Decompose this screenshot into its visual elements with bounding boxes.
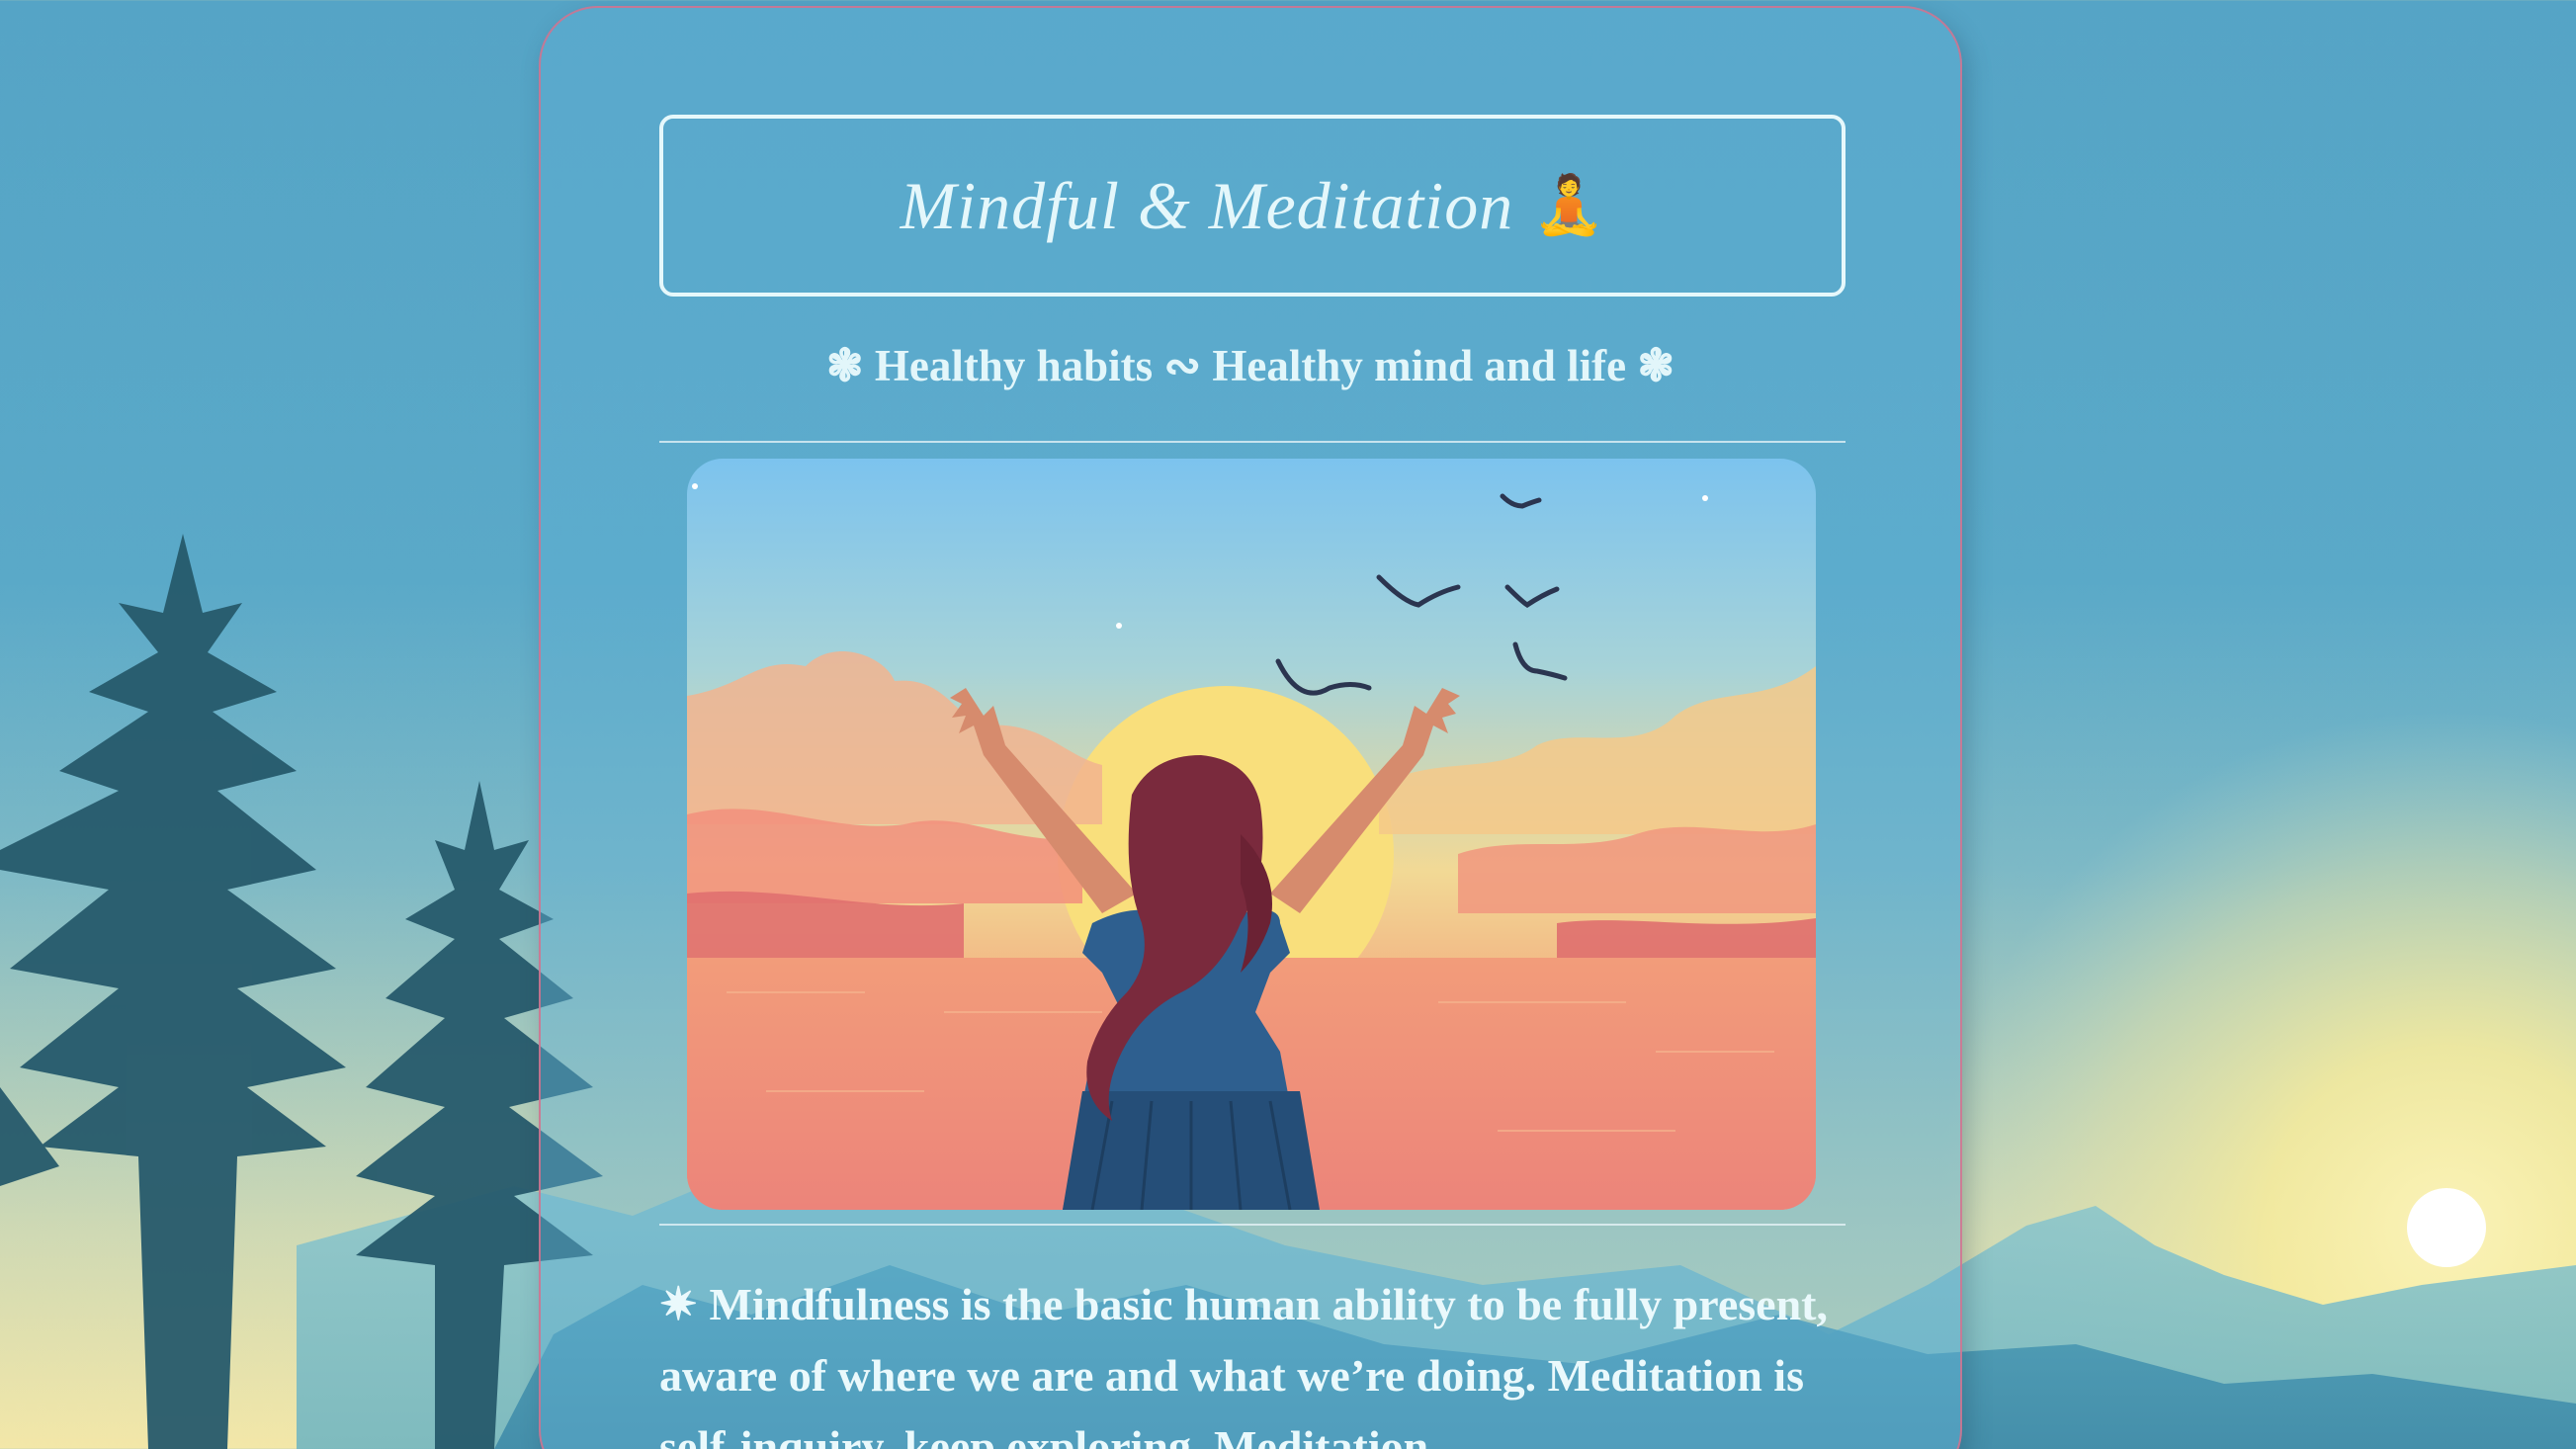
person-in-lotus-position-icon: 🧘	[1533, 173, 1605, 237]
sunset-woman-illustration	[687, 459, 1816, 1210]
mindfulness-description: ✷ Mindfulness is the basic human ability …	[659, 1269, 1846, 1449]
eight-pointed-star-icon: ✷	[659, 1279, 698, 1329]
hero-illustration	[687, 459, 1816, 1210]
sun-icon	[2407, 1188, 2486, 1267]
description-text: Mindfulness is the basic human ability t…	[659, 1279, 1828, 1449]
page-subtitle: ❃ Healthy habits ∾ Healthy mind and life…	[825, 341, 1675, 390]
bottom-divider	[659, 1224, 1846, 1226]
title-box: Mindful & Meditation 🧘	[659, 115, 1846, 297]
top-divider	[659, 441, 1846, 443]
content-card: Mindful & Meditation 🧘 ❃ Healthy habits …	[539, 6, 1962, 1449]
page-title: Mindful & Meditation	[900, 167, 1514, 243]
